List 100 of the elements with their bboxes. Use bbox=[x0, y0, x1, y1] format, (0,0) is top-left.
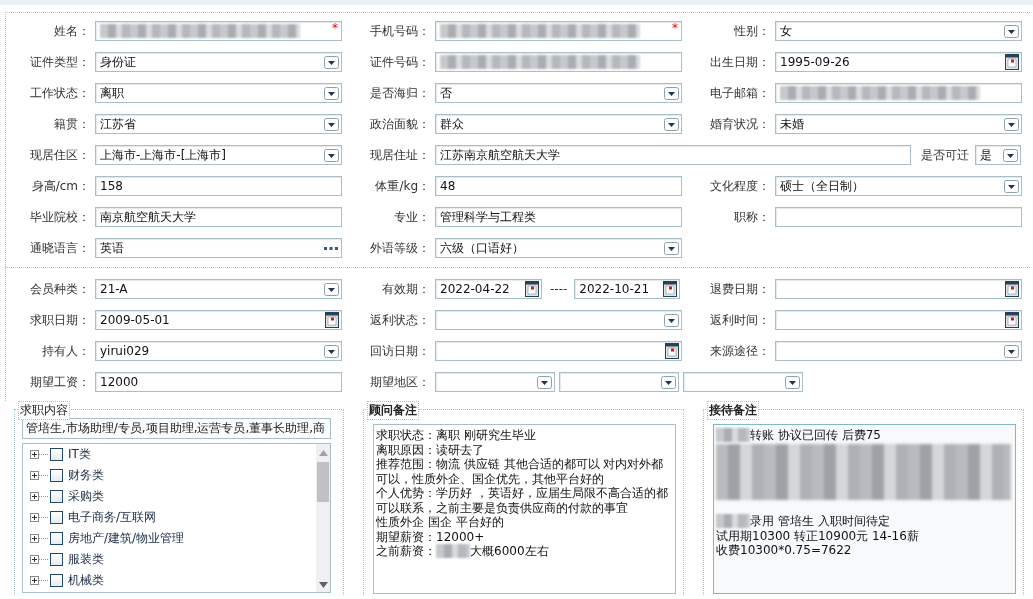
note-text: 试用期10300 转正10900元 14-16薪 bbox=[716, 528, 919, 543]
dropdown-field[interactable]: 女 bbox=[775, 21, 1022, 41]
field-label: 是否可迁 bbox=[921, 146, 969, 164]
text-field[interactable] bbox=[775, 207, 1022, 227]
dropdown-field[interactable] bbox=[775, 341, 1022, 361]
range-separator: ---- bbox=[550, 282, 568, 296]
redaction-blur bbox=[716, 514, 750, 529]
field-label: 回访日期： bbox=[369, 342, 430, 360]
checkbox[interactable] bbox=[50, 490, 63, 503]
date-field[interactable]: 2009-05-01 bbox=[95, 310, 342, 330]
required-mark: * bbox=[332, 21, 338, 35]
notes-textarea[interactable]: 求职状态：离职 刚研究生毕业 离职原因：读研去了 推荐范围：物流 供应链 其他合适的都可以 对内对外都 可以，性质外企、国企优先，其他平台好的 个人优势：学历好 ，英语好，应届生局限不高合适的都 可以联系，之前主要是负责供应商的付款的事宜 性质外企 国企 平台好的 期望薪资：12000+ 之前薪资： 大概6000左右 bbox=[373, 424, 676, 594]
field-label: 身高/cm： bbox=[30, 177, 90, 195]
note-text: 性质外企 国企 平台好的 bbox=[376, 515, 504, 530]
dropdown-field[interactable] bbox=[683, 372, 803, 392]
checkbox[interactable] bbox=[50, 511, 63, 524]
note-text: 求职状态：离职 刚研究生毕业 bbox=[376, 428, 536, 443]
dropdown-field[interactable]: 硕士（全日制） bbox=[775, 176, 1022, 196]
dropdown-field[interactable]: 21-A bbox=[95, 279, 342, 299]
field-label: 返利时间： bbox=[709, 311, 770, 329]
note-text: 离职原因：读研去了 bbox=[376, 442, 484, 457]
field-label: 电子邮箱： bbox=[709, 84, 770, 102]
category-label[interactable]: 财务类 bbox=[68, 467, 104, 484]
note-text: 转账 协议已回传 后费75 bbox=[750, 428, 881, 443]
checkbox[interactable] bbox=[50, 469, 63, 482]
notes-textarea[interactable]: 转账 协议已回传 后费75 录用 管培生 入职时间待定 试用期10300 转正10900元 14-16薪 收费10300*0.75=7622 bbox=[713, 424, 1016, 594]
category-label[interactable]: 机械类 bbox=[68, 572, 104, 589]
text-field[interactable]: 12000 bbox=[95, 372, 342, 392]
dropdown-field[interactable]: 江苏省 bbox=[95, 114, 342, 134]
ellipsis-icon bbox=[323, 245, 339, 251]
category-label[interactable]: 电子商务/互联网 bbox=[68, 509, 157, 526]
category-label[interactable]: 采购类 bbox=[68, 488, 104, 505]
expand-icon[interactable] bbox=[30, 534, 48, 543]
field-label: 持有人： bbox=[41, 342, 90, 360]
checkbox[interactable] bbox=[50, 448, 63, 461]
expand-icon[interactable] bbox=[30, 450, 48, 459]
expand-icon[interactable] bbox=[30, 576, 48, 585]
field-label: 籍贯： bbox=[53, 115, 90, 133]
dropdown-field[interactable]: 是 bbox=[975, 145, 1021, 165]
dropdown-field[interactable] bbox=[559, 372, 679, 392]
date-field[interactable] bbox=[775, 310, 1022, 330]
calendar-icon bbox=[325, 312, 339, 328]
text-field[interactable] bbox=[775, 83, 1022, 103]
field-label: 手机号码： bbox=[369, 22, 430, 40]
dropdown-field[interactable]: 六级（口语好） bbox=[435, 238, 682, 258]
dropdown-field[interactable] bbox=[435, 310, 682, 330]
category-label[interactable]: 服装类 bbox=[68, 551, 104, 568]
note-text: 期望薪资：12000+ bbox=[376, 529, 485, 544]
expand-icon[interactable] bbox=[30, 471, 48, 480]
scrollbar[interactable] bbox=[316, 444, 330, 592]
field-label: 有效期： bbox=[381, 280, 430, 298]
field-label: 会员种类： bbox=[29, 280, 90, 298]
date-field[interactable] bbox=[435, 341, 682, 361]
field-label: 政治面貌： bbox=[369, 115, 430, 133]
text-field[interactable]: 管理科学与工程类 bbox=[435, 207, 682, 227]
checkbox[interactable] bbox=[50, 553, 63, 566]
dropdown-field[interactable] bbox=[435, 372, 555, 392]
expand-icon[interactable] bbox=[30, 492, 48, 501]
scroll-up-icon bbox=[318, 450, 328, 456]
category-label[interactable]: IT类 bbox=[68, 446, 91, 463]
dropdown-field[interactable]: 未婚 bbox=[775, 114, 1022, 134]
text-field[interactable]: 48 bbox=[435, 176, 682, 196]
text-field[interactable] bbox=[435, 52, 682, 72]
text-field[interactable]: 158 bbox=[95, 176, 342, 196]
note-text: 收费10300*0.75=7622 bbox=[716, 543, 852, 558]
category-label[interactable]: 房地产/建筑/物业管理 bbox=[68, 530, 185, 547]
expand-icon[interactable] bbox=[30, 513, 48, 522]
field-label: 现居住区： bbox=[29, 146, 90, 164]
dropdown-field[interactable]: 离职 bbox=[95, 83, 342, 103]
panel-legend: 接待备注 bbox=[707, 401, 759, 420]
note-text: 可以，性质外企、国企优先，其他平台好的 bbox=[376, 471, 604, 486]
dropdown-field[interactable]: 否 bbox=[435, 83, 682, 103]
dropdown-field[interactable]: yirui029 bbox=[95, 341, 342, 361]
field-label: 婚育状况： bbox=[709, 115, 770, 133]
expand-icon[interactable] bbox=[30, 555, 48, 564]
field-label: 专业： bbox=[393, 208, 430, 226]
scrollbar-thumb[interactable] bbox=[317, 462, 329, 502]
date-field[interactable]: 2022-10-21 bbox=[574, 279, 681, 299]
field-label: 体重/kg： bbox=[374, 177, 430, 195]
note-text: 录用 管培生 入职时间待定 bbox=[750, 514, 890, 529]
date-field[interactable]: 2022-04-22 bbox=[435, 279, 542, 299]
text-field[interactable]: 管培生,市场助理/专员,项目助理,运营专员,董事长助理,商 bbox=[22, 418, 331, 439]
field-label: 外语等级： bbox=[369, 239, 430, 257]
text-field[interactable]: 南京航空航天大学 bbox=[95, 207, 342, 227]
text-field[interactable]: * bbox=[435, 21, 682, 41]
checkbox[interactable] bbox=[50, 532, 63, 545]
text-field[interactable]: * bbox=[95, 21, 342, 41]
note-text: 可以联系，之前主要是负责供应商的付款的事宜 bbox=[376, 500, 628, 515]
date-field[interactable]: 1995-09-26 bbox=[775, 52, 1022, 72]
dropdown-field[interactable]: 上海市-上海市-[上海市] bbox=[95, 145, 342, 165]
lookup-field[interactable]: 英语 bbox=[95, 238, 342, 258]
dropdown-field[interactable]: 身份证 bbox=[95, 52, 342, 72]
field-label: 来源途径： bbox=[709, 342, 770, 360]
dropdown-field[interactable]: 群众 bbox=[435, 114, 682, 134]
panel-legend: 顾问备注 bbox=[367, 401, 419, 420]
note-text: 大概6000左右 bbox=[470, 544, 549, 559]
date-field[interactable] bbox=[775, 279, 1022, 299]
field-label: 现居住址： bbox=[369, 146, 430, 164]
checkbox[interactable] bbox=[50, 574, 63, 587]
text-field[interactable]: 江苏南京航空航天大学 bbox=[435, 145, 911, 165]
